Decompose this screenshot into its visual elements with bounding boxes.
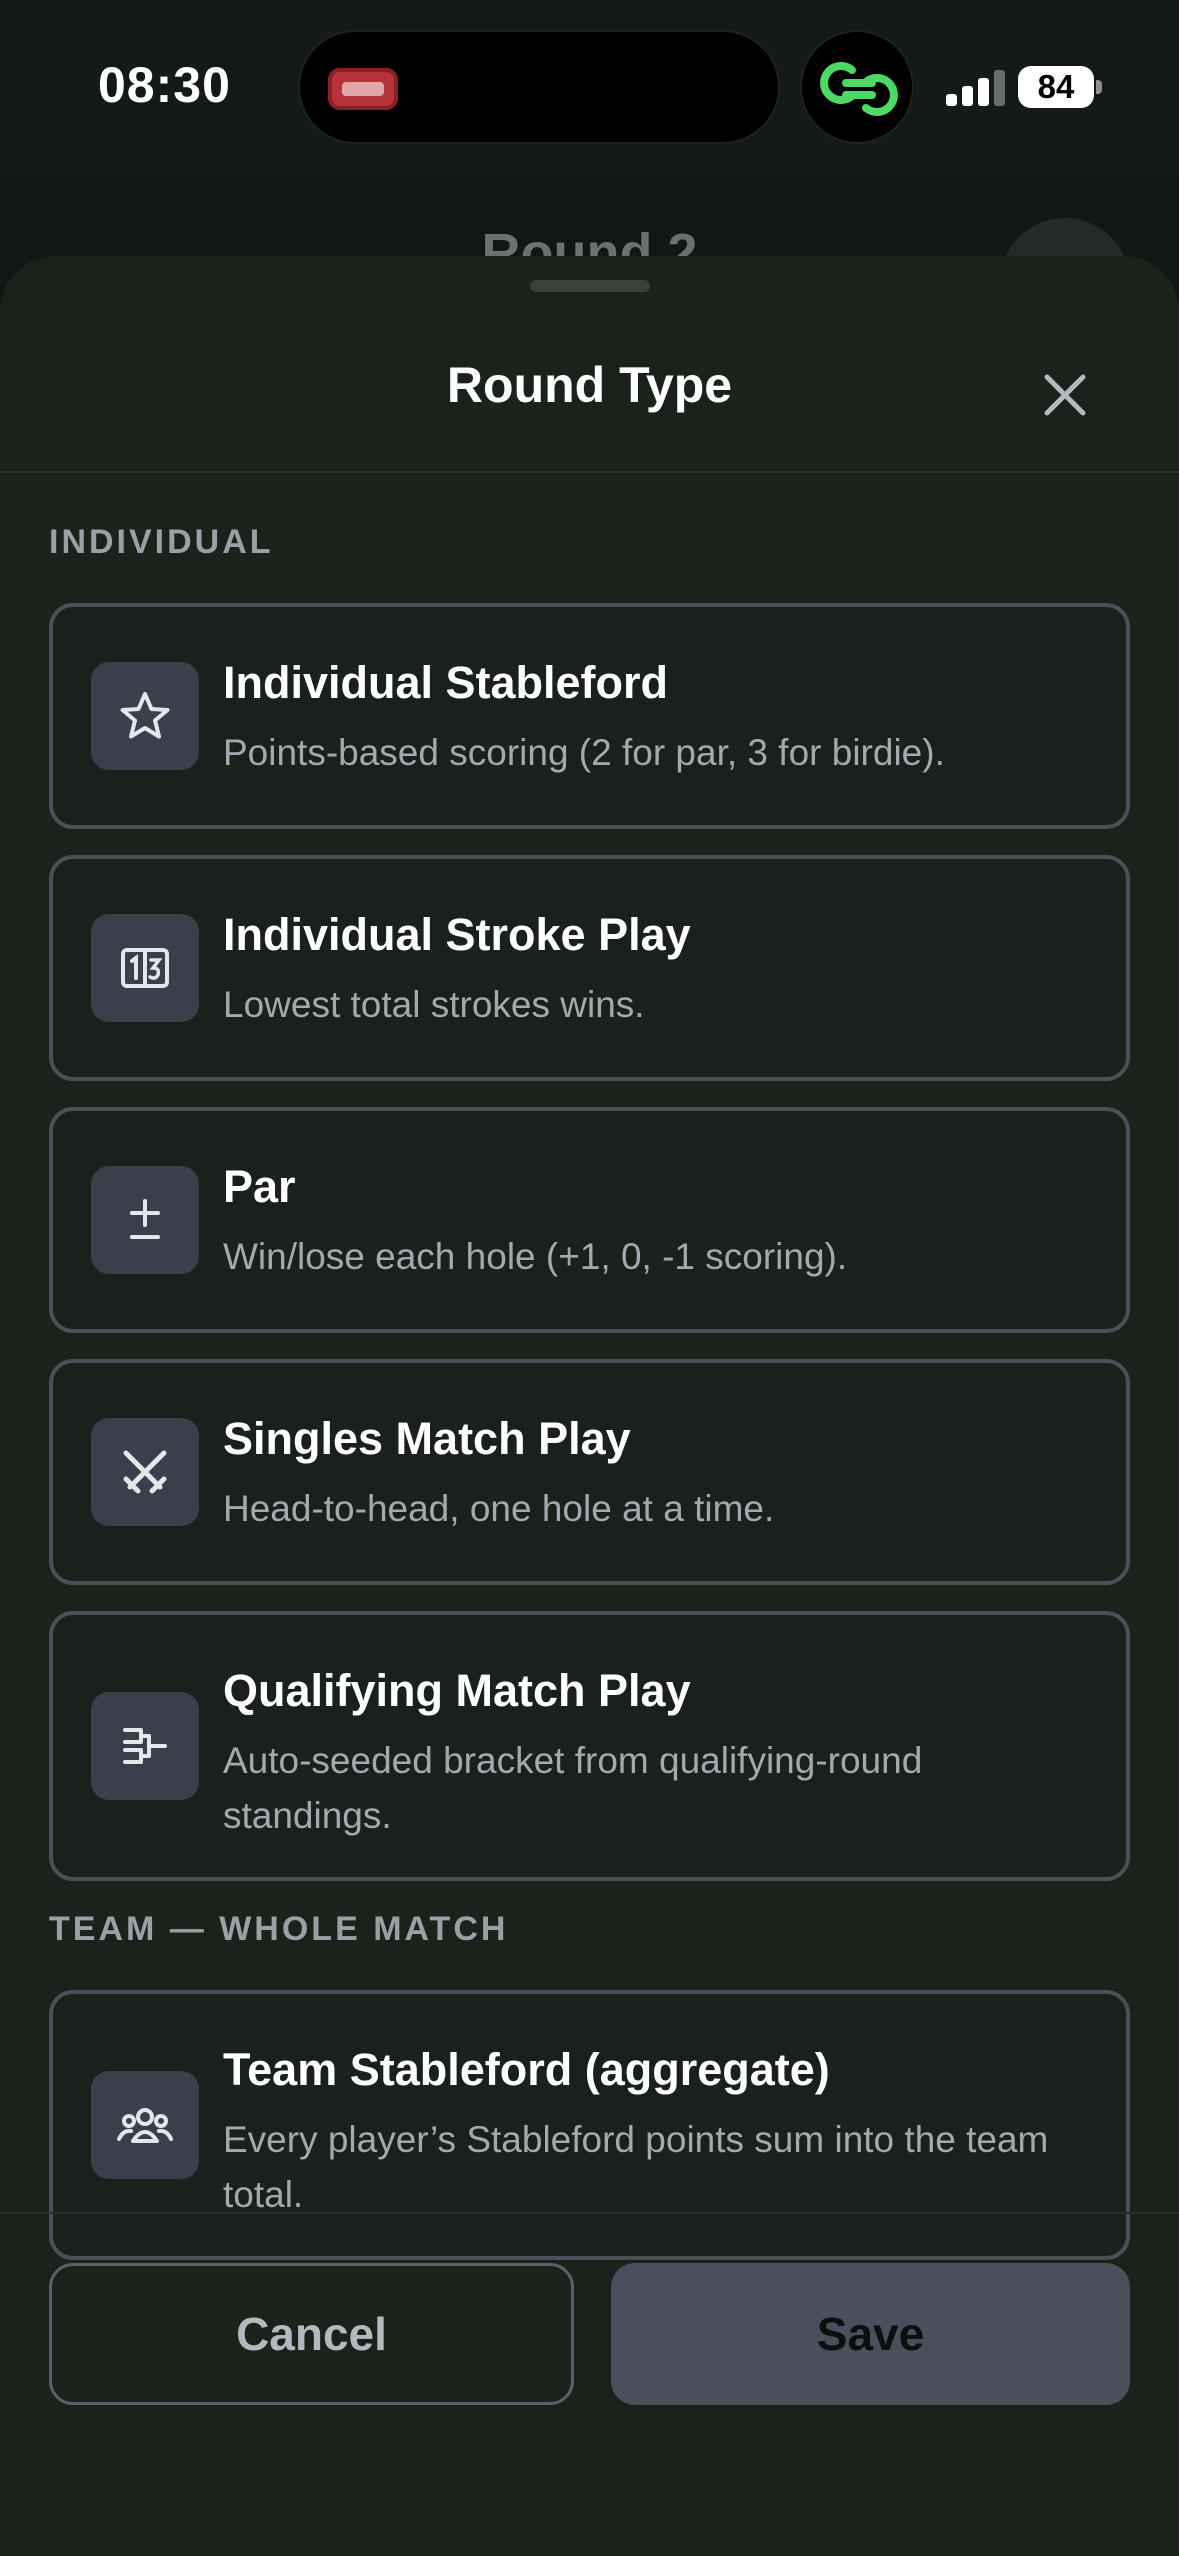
- option-title: Individual Stroke Play: [223, 909, 691, 960]
- round-type-sheet: Round Type INDIVIDUAL Individual Stablef…: [0, 256, 1179, 2556]
- sheet-title: Round Type: [446, 357, 733, 413]
- option-description: Win/lose each hole (+1, 0, -1 scoring).: [223, 1236, 848, 1277]
- round-type-list[interactable]: INDIVIDUAL Individual Stableford Points-…: [0, 473, 1179, 2469]
- section-label-individual: INDIVIDUAL: [49, 523, 274, 561]
- dynamic-island: [298, 30, 780, 144]
- battery-icon: 84: [1018, 66, 1094, 108]
- status-time: 08:30: [98, 57, 231, 113]
- bracket-icon: [91, 1692, 199, 1800]
- option-qualifying-match-play[interactable]: Qualifying Match Play Auto-seeded bracke…: [49, 1611, 1130, 1881]
- option-description: Head-to-head, one hole at a time.: [223, 1488, 775, 1529]
- team-icon: [91, 2071, 199, 2179]
- battery-nub: [1096, 80, 1102, 94]
- option-title: Individual Stableford: [223, 657, 669, 708]
- option-singles-match-play[interactable]: Singles Match Play Head-to-head, one hol…: [49, 1359, 1130, 1585]
- close-button[interactable]: [1030, 360, 1100, 430]
- close-icon: [1044, 374, 1086, 416]
- star-icon: [91, 662, 199, 770]
- footer-divider: [0, 2212, 1179, 2214]
- cancel-button[interactable]: Cancel: [49, 2263, 574, 2405]
- option-title: Singles Match Play: [223, 1413, 631, 1464]
- sheet-grabber[interactable]: [530, 280, 650, 292]
- option-title: Par: [223, 1161, 296, 1212]
- crossed-swords-icon: [91, 1418, 199, 1526]
- option-title: Team Stableford (aggregate): [223, 2044, 830, 2095]
- option-team-stableford-aggregate[interactable]: Team Stableford (aggregate) Every player…: [49, 1990, 1130, 2260]
- option-individual-stroke-play[interactable]: Individual Stroke Play Lowest total stro…: [49, 855, 1130, 1081]
- link-rings-icon: [800, 30, 914, 144]
- option-par[interactable]: Par Win/lose each hole (+1, 0, -1 scorin…: [49, 1107, 1130, 1333]
- option-title: Qualifying Match Play: [223, 1665, 691, 1716]
- cellular-signal-icon: [946, 70, 1006, 106]
- plus-minus-icon: [91, 1166, 199, 1274]
- scorecard-icon: [91, 914, 199, 1022]
- app-thumbnail-icon: [328, 68, 398, 110]
- save-button[interactable]: Save: [611, 2263, 1130, 2405]
- option-description: Auto-seeded bracket from qualifying-roun…: [223, 1740, 923, 1836]
- option-individual-stableford[interactable]: Individual Stableford Points-based scori…: [49, 603, 1130, 829]
- status-bar: 08:30 84: [0, 0, 1179, 175]
- option-description: Every player’s Stableford points sum int…: [223, 2119, 1049, 2215]
- section-label-team-whole-match: TEAM — WHOLE MATCH: [49, 1910, 509, 1948]
- option-description: Points-based scoring (2 for par, 3 for b…: [223, 732, 945, 773]
- option-description: Lowest total strokes wins.: [223, 984, 645, 1025]
